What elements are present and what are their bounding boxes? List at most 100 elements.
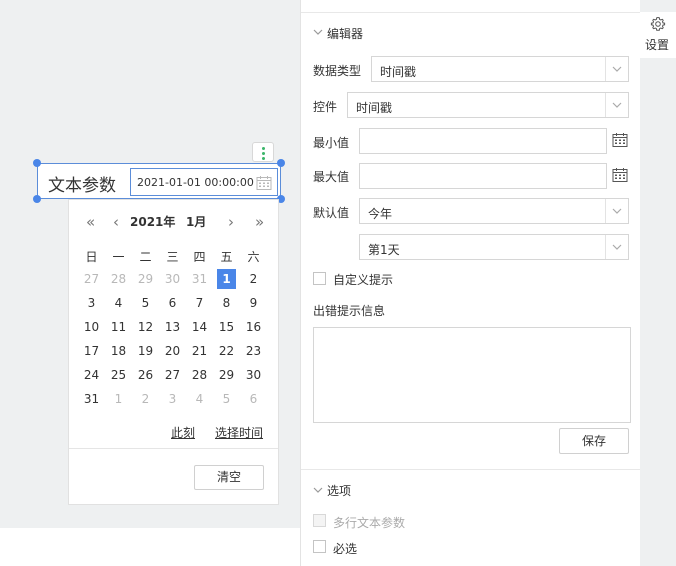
calendar-day[interactable]: 30	[240, 365, 267, 385]
calendar-day[interactable]: 3	[159, 389, 186, 409]
calendar-day[interactable]: 31	[186, 269, 213, 289]
save-button[interactable]: 保存	[559, 428, 629, 454]
widget-more-menu-icon[interactable]	[252, 142, 274, 162]
weekday-label: 一	[112, 250, 125, 264]
custom-hint-label: 自定义提示	[333, 273, 394, 287]
calendar-day[interactable]: 6	[240, 389, 267, 409]
calendar-day[interactable]: 1	[105, 389, 132, 409]
calendar-day[interactable]: 16	[240, 317, 267, 337]
default-value-select[interactable]: 今年	[359, 198, 629, 224]
calendar-day[interactable]: 23	[240, 341, 267, 361]
calendar-icon[interactable]	[256, 175, 272, 191]
calendar-day[interactable]: 28	[186, 365, 213, 385]
default-value-text: 今年	[368, 207, 393, 221]
calendar-day[interactable]: 9	[240, 293, 267, 313]
settings-tab[interactable]: 设置	[640, 12, 676, 58]
calendar-day[interactable]: 29	[213, 365, 240, 385]
calendar-day[interactable]: 20	[159, 341, 186, 361]
control-select[interactable]: 时间戳	[347, 92, 629, 118]
next-month-button[interactable]: ›	[228, 213, 234, 231]
weekday-label: 四	[193, 250, 206, 264]
calendar-day[interactable]: 30	[159, 269, 186, 289]
calendar-day[interactable]: 2	[240, 269, 267, 289]
calendar-day[interactable]: 25	[105, 365, 132, 385]
chevron-down-icon[interactable]	[313, 486, 323, 494]
calendar-day[interactable]: 4	[105, 293, 132, 313]
settings-panel: 编辑器 数据类型 时间戳 控件 时间戳 最小值 最大值 默认值 今年 第1天 自…	[300, 0, 641, 566]
calendar-day[interactable]: 13	[159, 317, 186, 337]
default-day-text: 第1天	[368, 243, 400, 257]
min-value-input[interactable]	[359, 128, 607, 154]
calendar-day[interactable]: 8	[213, 293, 240, 313]
calendar-day[interactable]: 28	[105, 269, 132, 289]
calendar-day[interactable]: 18	[105, 341, 132, 361]
weekday-label: 二	[139, 250, 152, 264]
select-time-link[interactable]: 选择时间	[215, 424, 263, 441]
clear-button[interactable]: 清空	[194, 465, 264, 490]
calendar-day[interactable]: 11	[105, 317, 132, 337]
date-picker-popup: « ‹ 2021年 1月 › » 日一二三四五六 27 28 29 30 31 1 2 3 4 5…	[68, 199, 279, 505]
required-label: 必选	[333, 542, 358, 556]
calendar-day[interactable]: 24	[78, 365, 105, 385]
calendar-day[interactable]: 5	[213, 389, 240, 409]
calendar-day[interactable]: 2	[132, 389, 159, 409]
widget-label: 文本参数	[48, 176, 116, 196]
chevron-down-icon	[612, 66, 622, 72]
calendar-day[interactable]: 29	[132, 269, 159, 289]
resize-handle-bottom-left[interactable]	[33, 195, 41, 203]
panel-divider	[301, 469, 641, 470]
calendar-day[interactable]: 7	[186, 293, 213, 313]
data-type-value: 时间戳	[380, 65, 417, 79]
now-link[interactable]: 此刻	[171, 424, 195, 441]
calendar-day[interactable]: 31	[78, 389, 105, 409]
max-value-input[interactable]	[359, 163, 607, 189]
error-hint-textarea[interactable]	[313, 327, 631, 423]
max-value-label: 最大值	[313, 170, 350, 184]
calendar-day-selected[interactable]: 1	[217, 269, 236, 289]
editor-section-title[interactable]: 编辑器	[327, 25, 363, 42]
data-type-label: 数据类型	[313, 64, 362, 78]
min-value-label: 最小值	[313, 136, 350, 150]
weekday-label: 六	[247, 250, 260, 264]
custom-hint-checkbox[interactable]	[313, 272, 326, 285]
multiline-checkbox[interactable]	[313, 514, 326, 527]
calendar-day[interactable]: 27	[78, 269, 105, 289]
calendar-day[interactable]: 15	[213, 317, 240, 337]
calendar-day[interactable]: 3	[78, 293, 105, 313]
required-checkbox[interactable]	[313, 540, 326, 553]
prev-year-button[interactable]: «	[86, 213, 95, 231]
calendar-day[interactable]: 26	[132, 365, 159, 385]
control-label: 控件	[313, 100, 338, 114]
widget-date-value: 2021-01-01 00:00:00	[137, 176, 254, 189]
resize-handle-top-right[interactable]	[277, 159, 285, 167]
calendar-day[interactable]: 5	[132, 293, 159, 313]
calendar-day[interactable]: 19	[132, 341, 159, 361]
control-value: 时间戳	[356, 101, 393, 115]
calendar-day[interactable]: 27	[159, 365, 186, 385]
data-type-select[interactable]: 时间戳	[371, 56, 629, 82]
default-day-select[interactable]: 第1天	[359, 234, 629, 260]
options-section-title[interactable]: 选项	[327, 482, 351, 499]
calendar-day[interactable]: 21	[186, 341, 213, 361]
error-hint-label: 出错提示信息	[313, 304, 386, 318]
calendar-icon[interactable]	[612, 132, 628, 148]
prev-month-button[interactable]: ‹	[113, 213, 119, 231]
chevron-down-icon[interactable]	[313, 28, 323, 36]
calendar-day[interactable]: 14	[186, 317, 213, 337]
calendar-day[interactable]: 12	[132, 317, 159, 337]
right-toolbar	[640, 0, 676, 566]
weekday-label: 三	[166, 250, 179, 264]
calendar-day[interactable]: 6	[159, 293, 186, 313]
next-year-button[interactable]: »	[255, 213, 264, 231]
calendar-month[interactable]: 1月	[186, 213, 206, 230]
calendar-year[interactable]: 2021年	[130, 213, 175, 230]
calendar-icon[interactable]	[612, 167, 628, 183]
widget-date-input[interactable]: 2021-01-01 00:00:00	[130, 168, 278, 196]
text-parameter-widget[interactable]: 文本参数 2021-01-01 00:00:00	[37, 163, 281, 199]
calendar-day[interactable]: 17	[78, 341, 105, 361]
default-value-label: 默认值	[313, 206, 350, 220]
calendar-day[interactable]: 10	[78, 317, 105, 337]
calendar-day[interactable]: 22	[213, 341, 240, 361]
calendar-day[interactable]: 4	[186, 389, 213, 409]
resize-handle-top-left[interactable]	[33, 159, 41, 167]
